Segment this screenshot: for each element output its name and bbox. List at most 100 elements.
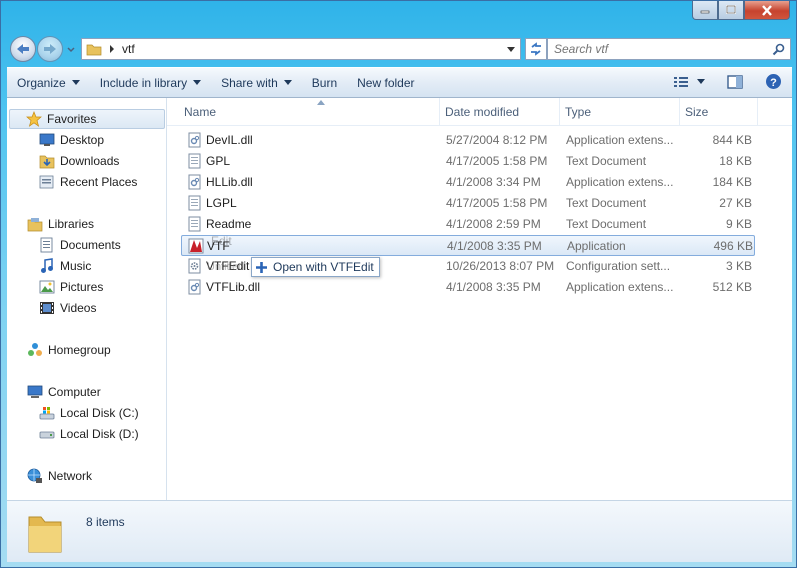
refresh-icon: [531, 42, 541, 56]
svg-text:?: ?: [770, 77, 777, 89]
nav-computer-label: Computer: [48, 385, 101, 399]
preview-pane-icon[interactable]: [727, 74, 743, 89]
nav-desktop[interactable]: Desktop: [7, 130, 165, 150]
file-name: HLLib.dll: [206, 175, 253, 189]
file-name: GPL: [206, 154, 231, 168]
drive-icon: [39, 426, 55, 442]
system-drive-icon: [39, 405, 55, 421]
dll-icon: [188, 132, 201, 148]
table-row[interactable]: HLLib.dll 4/1/2008 3:34 PM Application e…: [181, 172, 755, 193]
table-row-drop-target[interactable]: VTF 4/1/2008 3:35 PM Application 496 KB: [181, 235, 755, 256]
organize-label: Organize: [17, 75, 66, 90]
forward-arrow-icon: [44, 44, 56, 54]
address-dropdown-icon[interactable]: [506, 46, 516, 54]
address-bar[interactable]: vtf: [81, 38, 521, 60]
file-type: Application extens...: [566, 280, 674, 294]
minimize-button[interactable]: [692, 1, 718, 20]
back-button[interactable]: [10, 36, 36, 62]
search-icon[interactable]: [772, 43, 785, 56]
nav-downloads-label: Downloads: [60, 154, 120, 168]
forward-button[interactable]: [37, 36, 63, 62]
nav-homegroup[interactable]: Homegroup: [7, 340, 165, 360]
column-date-label: Date modified: [445, 105, 520, 119]
pictures-icon: [39, 279, 55, 295]
table-row[interactable]: GPL 4/17/2005 1:58 PM Text Document 18 K…: [181, 151, 755, 172]
nav-local-disk-c[interactable]: Local Disk (C:): [7, 403, 165, 423]
file-date: 4/1/2008 3:34 PM: [446, 175, 541, 189]
file-size: 18 KB: [719, 154, 752, 168]
column-name-label: Name: [184, 105, 217, 119]
nav-pictures[interactable]: Pictures: [7, 277, 165, 297]
view-options-chevron-icon[interactable]: [697, 79, 705, 84]
nav-recent-places-label: Recent Places: [60, 175, 138, 189]
include-in-library-button[interactable]: Include in library: [90, 72, 211, 94]
close-icon: [762, 4, 772, 16]
file-type: Application: [567, 239, 626, 253]
text-file-icon: [188, 195, 201, 211]
file-size: 3 KB: [725, 259, 752, 273]
nav-network[interactable]: Network: [7, 466, 165, 486]
nav-documents[interactable]: Documents: [7, 235, 165, 255]
nav-local-disk-d[interactable]: Local Disk (D:): [7, 424, 165, 444]
share-with-label: Share with: [221, 75, 278, 90]
nav-libraries[interactable]: Libraries: [7, 214, 165, 234]
nav-network-label: Network: [48, 469, 93, 483]
nav-music-label: Music: [60, 259, 92, 273]
item-count: 8 items: [86, 515, 125, 529]
nav-videos[interactable]: Videos: [7, 298, 165, 318]
nav-music[interactable]: Music: [7, 256, 165, 276]
dll-icon: [188, 174, 201, 190]
column-size-label: Size: [685, 105, 709, 119]
nav-downloads[interactable]: Downloads: [7, 151, 165, 171]
file-name: DevIL.dll: [206, 133, 253, 147]
new-folder-button[interactable]: New folder: [347, 72, 424, 94]
caption-buttons: [692, 1, 790, 20]
burn-button[interactable]: Burn: [302, 72, 347, 94]
videos-icon: [39, 300, 55, 316]
back-arrow-icon: [17, 44, 29, 54]
computer-icon: [27, 384, 43, 400]
nav-recent-places[interactable]: Recent Places: [7, 172, 165, 192]
maximize-button[interactable]: [718, 1, 744, 20]
drop-tooltip: Open with VTFEdit: [251, 257, 380, 277]
nav-local-disk-d-label: Local Disk (D:): [60, 427, 139, 441]
file-size: 9 KB: [725, 217, 752, 231]
change-view-icon[interactable]: [673, 75, 689, 89]
burn-label: Burn: [311, 75, 338, 90]
libraries-icon: [27, 216, 43, 232]
new-folder-label: New folder: [357, 75, 415, 90]
nav-computer[interactable]: Computer: [7, 382, 165, 402]
column-size[interactable]: Size: [680, 98, 758, 126]
file-type: Application extens...: [566, 133, 674, 147]
nav-favorites[interactable]: Favorites: [9, 109, 165, 129]
organize-button[interactable]: Organize: [7, 72, 90, 94]
nav-local-disk-c-label: Local Disk (C:): [60, 406, 139, 420]
file-type: Text Document: [566, 196, 647, 210]
search-input[interactable]: [554, 42, 764, 56]
drag-ghost-text: Edit: [211, 234, 232, 248]
help-icon[interactable]: ?: [765, 73, 782, 90]
table-row[interactable]: DevIL.dll 5/27/2004 8:12 PM Application …: [181, 130, 755, 151]
chevron-down-icon: [193, 80, 202, 85]
recent-pages-button[interactable]: [66, 44, 76, 54]
chevron-down-icon: [67, 47, 75, 53]
column-type[interactable]: Type: [560, 98, 680, 126]
file-size: 496 KB: [713, 239, 753, 253]
search-box[interactable]: [547, 38, 791, 60]
nav-documents-label: Documents: [60, 238, 121, 252]
nav-desktop-label: Desktop: [60, 133, 105, 147]
refresh-button[interactable]: [525, 38, 547, 60]
column-date-modified[interactable]: Date modified: [440, 98, 560, 126]
include-in-library-label: Include in library: [99, 75, 188, 90]
close-button[interactable]: [744, 1, 790, 20]
table-row[interactable]: LGPL 4/17/2005 1:58 PM Text Document 27 …: [181, 193, 755, 214]
breadcrumb-vtf[interactable]: vtf: [122, 42, 135, 56]
table-row[interactable]: Readme 4/1/2008 2:59 PM Text Document 9 …: [181, 214, 755, 235]
column-name[interactable]: Name: [179, 98, 440, 126]
breadcrumb-separator-icon: [110, 45, 114, 53]
folder-icon: [86, 44, 102, 56]
table-row[interactable]: VTFLib.dll 4/1/2008 3:35 PM Application …: [181, 277, 755, 298]
share-with-button[interactable]: Share with: [211, 72, 302, 94]
file-date: 4/1/2008 3:35 PM: [446, 280, 541, 294]
dll-icon: [188, 279, 201, 295]
